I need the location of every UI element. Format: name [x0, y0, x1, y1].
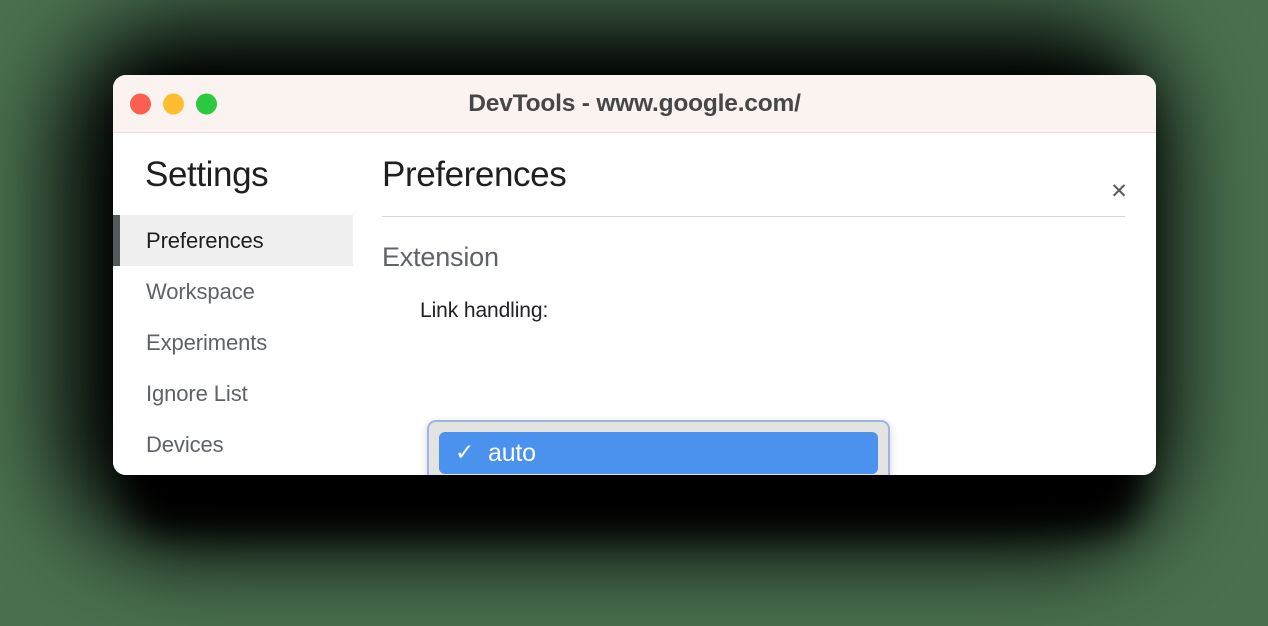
sidebar-item-devices[interactable]: Devices — [113, 419, 353, 470]
sidebar-item-preferences[interactable]: Preferences — [113, 215, 353, 266]
window-title: DevTools - www.google.com/ — [468, 89, 801, 117]
traffic-light-group — [130, 93, 217, 114]
sidebar-item-label: Devices — [146, 431, 224, 457]
select-option-auto[interactable]: ✓ auto — [439, 432, 878, 474]
sidebar-item-label: Ignore List — [146, 380, 248, 406]
sidebar-item-label: Experiments — [146, 329, 268, 355]
link-handling-select-popup[interactable]: ✓ auto Open In IntelliJ — [427, 420, 890, 475]
sidebar-item-experiments[interactable]: Experiments — [113, 317, 353, 368]
sidebar-item-ignore-list[interactable]: Ignore List — [113, 368, 353, 419]
link-handling-label: Link handling: — [420, 299, 549, 322]
checkmark-icon: ✓ — [455, 440, 475, 466]
maximize-window-icon[interactable] — [196, 93, 217, 114]
window-titlebar: DevTools - www.google.com/ — [113, 75, 1156, 133]
sidebar-item-workspace[interactable]: Workspace — [113, 266, 353, 317]
select-option-open-in-intellij[interactable]: Open In IntelliJ — [439, 474, 878, 475]
devtools-window: DevTools - www.google.com/ ✕ Settings Pr… — [113, 75, 1156, 475]
page-title: Settings — [145, 155, 269, 194]
settings-sidebar: Settings Preferences Workspace Experimen… — [113, 133, 353, 470]
close-window-icon[interactable] — [130, 93, 151, 114]
minimize-window-icon[interactable] — [163, 93, 184, 114]
preferences-panel: Preferences Extension Link handling: — [368, 133, 1156, 323]
select-option-label: auto — [488, 438, 536, 467]
section-title-extension: Extension — [382, 242, 499, 272]
settings-dialog-body: ✕ Settings Preferences Workspace Experim… — [113, 133, 1156, 475]
screen-background: DevTools - www.google.com/ ✕ Settings Pr… — [0, 0, 1268, 626]
sidebar-item-label: Workspace — [146, 278, 255, 304]
sidebar-item-label: Preferences — [146, 227, 264, 253]
panel-title: Preferences — [382, 155, 567, 194]
panel-divider — [382, 216, 1125, 217]
